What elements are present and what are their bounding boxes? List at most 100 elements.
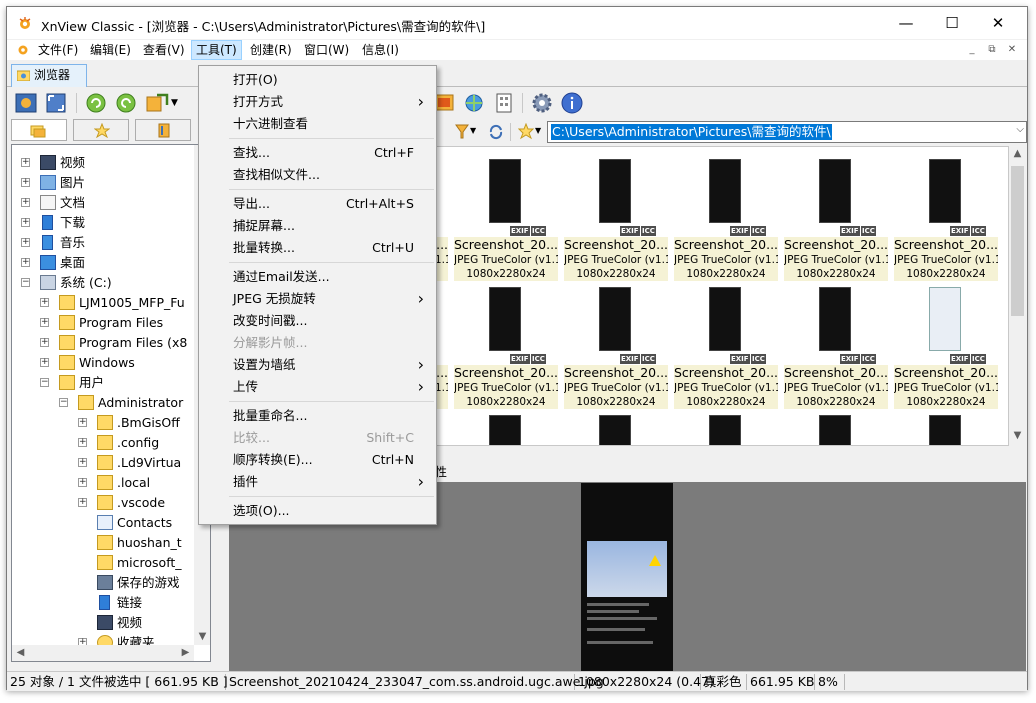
scroll-down-arrow-icon[interactable]: ▼ [1009, 430, 1026, 441]
rotate-right-icon[interactable] [114, 91, 138, 115]
rotate-left-icon[interactable] [84, 91, 108, 115]
menu-item[interactable]: 上传 › [199, 376, 436, 398]
tree-item[interactable]: + Windows [12, 353, 194, 373]
tree-item[interactable]: + .BmGisOff [12, 413, 194, 433]
tree-item[interactable]: + 桌面 [12, 253, 194, 273]
tree-item[interactable]: huoshan_t [12, 533, 194, 553]
menu-item[interactable]: 十六进制查看 [199, 113, 436, 135]
fullscreen-icon[interactable] [44, 91, 68, 115]
thumbnail-item[interactable]: EXIFICCScreenshot_20...JPEG TrueColor (v… [454, 281, 558, 409]
add-favorite-star-icon[interactable] [518, 123, 534, 140]
tab-favorites[interactable] [73, 119, 129, 141]
thumbnail-item[interactable]: EXIFICCScreenshot_20...JPEG TrueColor (v… [564, 153, 668, 281]
expand-plus-icon[interactable]: + [78, 458, 87, 467]
expand-plus-icon[interactable]: + [21, 258, 30, 267]
chevron-down-icon[interactable]: ⌵ [1016, 124, 1024, 135]
scroll-down-arrow-icon[interactable]: ▼ [194, 631, 210, 642]
tree-item[interactable]: Contacts [12, 513, 194, 533]
browse-images-icon[interactable] [14, 91, 38, 115]
expand-plus-icon[interactable]: + [78, 438, 87, 447]
chevron-down-icon[interactable]: ▼ [171, 98, 178, 108]
menu-item[interactable]: 设置为墙纸 › [199, 354, 436, 376]
menu-create[interactable]: 创建(R) [246, 40, 296, 60]
tree-item[interactable]: + .config [12, 433, 194, 453]
tree-item[interactable]: + LJM1005_MFP_Fu [12, 293, 194, 313]
collapse-minus-icon[interactable]: − [59, 398, 68, 407]
thumbnail-item[interactable] [454, 409, 558, 445]
menu-item[interactable]: 打开方式 › [199, 91, 436, 113]
contact-sheet-icon[interactable] [492, 91, 516, 115]
expand-plus-icon[interactable]: + [21, 238, 30, 247]
mdi-minimize-button[interactable]: _ [964, 43, 980, 58]
scroll-right-arrow-icon[interactable]: ▶ [177, 647, 194, 658]
menu-item[interactable]: 通过Email发送... [199, 266, 436, 288]
expand-plus-icon[interactable]: + [40, 358, 49, 367]
tree-item[interactable]: + 文档 [12, 193, 194, 213]
expand-plus-icon[interactable]: + [78, 478, 87, 487]
menu-item[interactable]: 顺序转换(E)... Ctrl+N [199, 449, 436, 471]
thumbnail-item[interactable] [674, 409, 778, 445]
mdi-close-button[interactable]: ✕ [1004, 43, 1020, 58]
grid-vertical-scrollbar[interactable]: ▲ ▼ [1009, 146, 1026, 446]
close-button[interactable]: ✕ [975, 7, 1021, 39]
scroll-left-arrow-icon[interactable]: ◀ [12, 647, 29, 658]
menu-item[interactable]: 查找... Ctrl+F [199, 142, 436, 164]
mdi-restore-button[interactable]: ⧉ [984, 43, 1000, 58]
tree-item[interactable]: + .vscode [12, 493, 194, 513]
chevron-down-icon[interactable]: ▼ [535, 126, 541, 135]
expand-plus-icon[interactable]: + [21, 218, 30, 227]
tree-item[interactable]: + 视频 [12, 153, 194, 173]
menu-item[interactable]: 插件 › [199, 471, 436, 493]
filter-icon[interactable] [455, 123, 469, 140]
scroll-up-arrow-icon[interactable]: ▲ [1009, 148, 1026, 159]
tree-item[interactable]: + 音乐 [12, 233, 194, 253]
thumbnail-item[interactable]: EXIFICCScreenshot_20...JPEG TrueColor (v… [894, 281, 998, 409]
thumbnail-item[interactable]: EXIFICCScreenshot_20...JPEG TrueColor (v… [894, 153, 998, 281]
web-page-icon[interactable] [462, 91, 486, 115]
thumbnail-item[interactable]: EXIFICCScreenshot_20...JPEG TrueColor (v… [784, 153, 888, 281]
tree-item[interactable]: + .local [12, 473, 194, 493]
chevron-down-icon[interactable]: ▼ [470, 126, 476, 135]
thumbnail-item[interactable]: EXIFICCScreenshot_20...JPEG TrueColor (v… [784, 281, 888, 409]
thumbnail-item[interactable]: EXIFICCScreenshot_20...JPEG TrueColor (v… [454, 153, 558, 281]
tree-item[interactable]: − Administrator [12, 393, 194, 413]
expand-plus-icon[interactable]: + [21, 158, 30, 167]
tab-browser[interactable]: 浏览器 [11, 64, 87, 87]
tree-item[interactable]: 保存的游戏 [12, 573, 194, 593]
gear-icon[interactable] [530, 91, 554, 115]
menu-item[interactable]: 打开(O) [199, 69, 436, 91]
thumbnail-item[interactable]: EXIFICCScreenshot_20...JPEG TrueColor (v… [564, 281, 668, 409]
menu-edit[interactable]: 编辑(E) [86, 40, 135, 60]
tree-item[interactable]: 视频 [12, 613, 194, 633]
tab-categories[interactable] [135, 119, 191, 141]
menu-item[interactable]: JPEG 无损旋转 › [199, 288, 436, 310]
convert-image-icon[interactable] [145, 91, 169, 115]
menu-item[interactable]: 捕捉屏幕... [199, 215, 436, 237]
expand-plus-icon[interactable]: + [40, 318, 49, 327]
tab-folders[interactable] [11, 119, 67, 141]
thumbnail-item[interactable] [564, 409, 668, 445]
refresh-icon[interactable] [488, 123, 504, 140]
tree-item[interactable]: + Program Files [12, 313, 194, 333]
tree-item[interactable]: microsoft_ [12, 553, 194, 573]
menu-item[interactable]: 批量转换... Ctrl+U [199, 237, 436, 259]
expand-plus-icon[interactable]: + [21, 198, 30, 207]
tree-horizontal-scrollbar[interactable]: ◀ ▶ [12, 645, 194, 661]
thumbnail-item[interactable] [894, 409, 998, 445]
minimize-button[interactable]: — [883, 7, 929, 39]
collapse-minus-icon[interactable]: − [21, 278, 30, 287]
tree-item[interactable]: − 系统 (C:) [12, 273, 194, 293]
menu-item[interactable]: 批量重命名... [199, 405, 436, 427]
menu-item[interactable]: 选项(O)... [199, 500, 436, 522]
menu-view[interactable]: 查看(V) [139, 40, 189, 60]
expand-plus-icon[interactable]: + [78, 498, 87, 507]
expand-plus-icon[interactable]: + [21, 178, 30, 187]
menu-item[interactable]: 改变时间戳... [199, 310, 436, 332]
expand-plus-icon[interactable]: + [78, 418, 87, 427]
tree-item[interactable]: + .Ld9Virtua [12, 453, 194, 473]
tree-item[interactable]: − 用户 [12, 373, 194, 393]
menu-item[interactable]: 导出... Ctrl+Alt+S [199, 193, 436, 215]
maximize-button[interactable]: ☐ [929, 7, 975, 39]
menu-info[interactable]: 信息(I) [358, 40, 403, 60]
menu-window[interactable]: 窗口(W) [300, 40, 353, 60]
